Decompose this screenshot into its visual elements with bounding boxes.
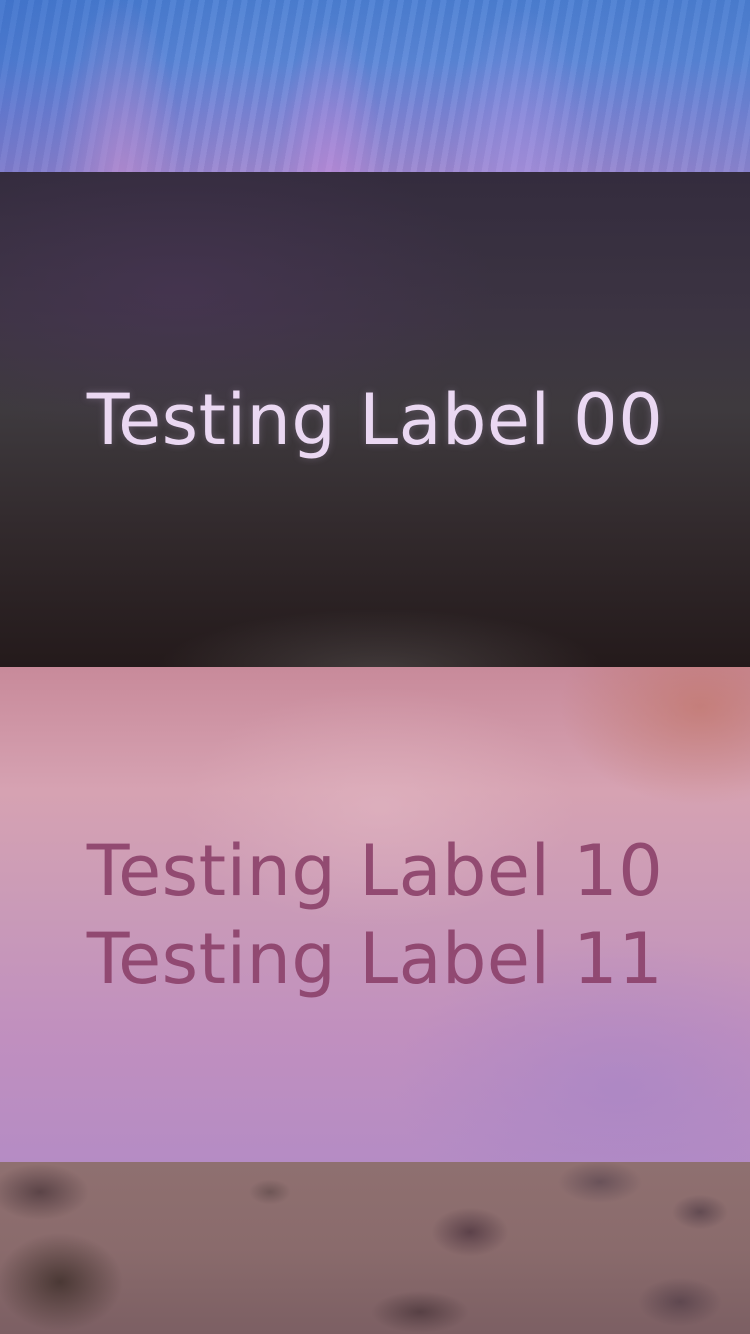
light-blur-panel: Testing Label 10 Testing Label 11 — [0, 667, 750, 1162]
background-riverbed-photo — [0, 1162, 750, 1334]
testing-label-11: Testing Label 11 — [86, 917, 664, 1000]
screen: Testing Label 00 Testing Label 10 Testin… — [0, 0, 750, 1334]
background-sky-photo — [0, 0, 750, 172]
dark-blur-panel: Testing Label 00 — [0, 172, 750, 667]
testing-label-00: Testing Label 00 — [86, 378, 664, 461]
testing-label-10: Testing Label 10 — [86, 829, 664, 912]
